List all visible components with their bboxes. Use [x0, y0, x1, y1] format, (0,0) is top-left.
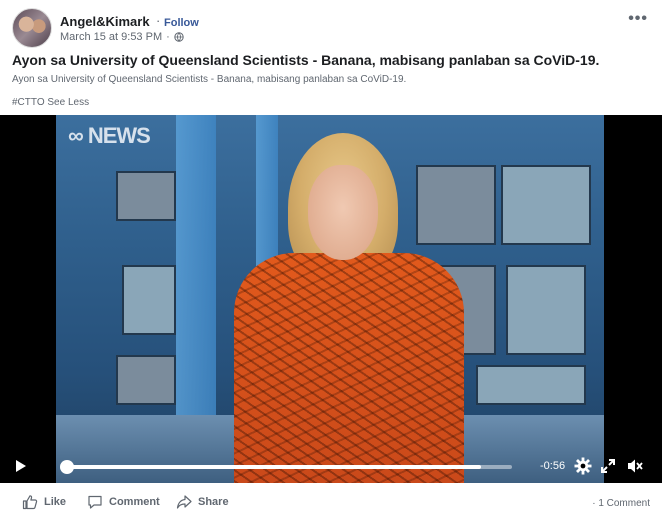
like-label: Like	[44, 496, 67, 508]
comment-label: Comment	[109, 496, 160, 508]
comment-count-text: 1 Comment	[598, 498, 650, 509]
author-name[interactable]: Angel&Kimark	[60, 14, 150, 29]
progress-knob[interactable]	[59, 460, 74, 474]
video-frame[interactable]: ∞ NEWS	[56, 115, 604, 483]
studio-screen	[116, 171, 176, 221]
comment-button[interactable]: Comment	[87, 494, 160, 510]
time-remaining: -0:56	[540, 460, 566, 472]
share-arrow-icon	[176, 495, 192, 509]
share-button[interactable]: Share	[176, 494, 229, 510]
studio-screen	[506, 265, 586, 355]
post-timestamp[interactable]: March 15 at 9:53 PM	[60, 31, 162, 43]
post-header: Angel&Kimark · Follow March 15 at 9:53 P…	[10, 8, 652, 48]
header-separator: ·	[156, 13, 161, 28]
comment-count[interactable]: · 1 Comment	[592, 498, 650, 509]
author-avatar[interactable]	[12, 8, 52, 48]
progress-buffered	[62, 465, 481, 469]
studio-screen	[416, 165, 496, 245]
studio-screen	[501, 165, 591, 245]
hashtag-link[interactable]: #CTTO	[12, 97, 45, 108]
studio-screen	[476, 365, 586, 405]
post-meta: March 15 at 9:53 PM ·	[60, 31, 184, 43]
post-description: Ayon sa University of Queensland Scienti…	[12, 74, 407, 85]
mute-icon[interactable]	[626, 457, 644, 475]
thumbs-up-icon	[22, 495, 38, 510]
fullscreen-icon[interactable]	[600, 458, 616, 474]
video-controls: -0:56	[0, 449, 662, 483]
globe-icon	[174, 32, 184, 42]
like-button[interactable]: Like	[22, 494, 66, 510]
play-icon[interactable]	[14, 459, 28, 473]
channel-logo: ∞ NEWS	[68, 123, 151, 149]
meta-separator: ·	[166, 31, 170, 43]
post-title: Ayon sa University of Queensland Scienti…	[12, 52, 600, 68]
studio-screen	[116, 355, 176, 405]
ellipsis-icon[interactable]: •••	[628, 10, 648, 28]
news-anchor-face	[308, 165, 378, 260]
post-hashtag-line: #CTTO See Less	[12, 97, 89, 108]
post-actions: Like Comment Share · 1 Comment	[0, 490, 662, 516]
abc-logo-icon: ∞	[68, 123, 84, 148]
see-less-link[interactable]: See Less	[47, 97, 89, 108]
gear-icon[interactable]	[574, 457, 592, 475]
share-label: Share	[198, 496, 229, 508]
progress-bar[interactable]	[59, 460, 512, 474]
channel-logo-text: NEWS	[87, 123, 151, 148]
studio-screen	[122, 265, 176, 335]
video-player[interactable]: ∞ NEWS -0:56	[0, 115, 662, 483]
speech-bubble-icon	[88, 495, 102, 509]
follow-button[interactable]: Follow	[164, 17, 199, 29]
